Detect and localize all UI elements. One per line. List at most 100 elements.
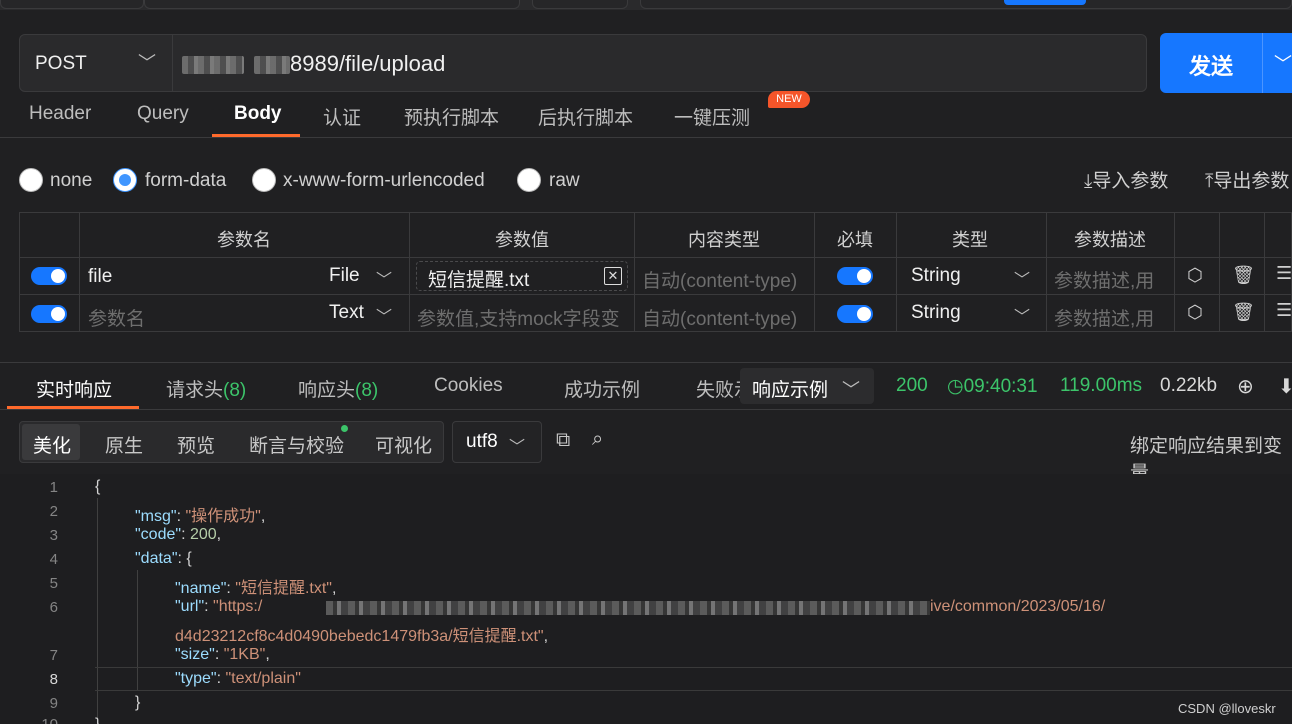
encoding-label[interactable]: utf8 xyxy=(466,431,498,453)
code-line-5: "name": "短信提醒.txt", xyxy=(175,580,337,597)
param-value[interactable]: 短信提醒.txt xyxy=(428,265,529,292)
content-type-input[interactable]: 自动(content-type) xyxy=(642,266,797,293)
method-select[interactable]: POST xyxy=(35,53,87,75)
chevron-down-icon[interactable]: ﹀ xyxy=(1014,303,1030,327)
line-number: 2 xyxy=(49,503,58,520)
col-divider xyxy=(1264,212,1265,332)
table-header-divider xyxy=(19,257,1292,258)
code-string: ive/common/2023/05/16/ xyxy=(930,598,1106,615)
drag-handle-icon[interactable]: ☰ xyxy=(1276,263,1292,284)
chevron-down-icon[interactable]: ﹀ xyxy=(1014,266,1030,290)
tab-post-script[interactable]: 后执行脚本 xyxy=(538,103,633,130)
type-select[interactable]: String xyxy=(911,265,961,287)
tab-auth[interactable]: 认证 xyxy=(323,103,361,130)
url-divider xyxy=(172,35,173,91)
status-code: 200 xyxy=(896,375,928,396)
globe-icon[interactable]: ⊕ xyxy=(1237,374,1254,399)
chevron-down-icon[interactable]: ﹀ xyxy=(842,376,860,402)
cube-icon[interactable]: ⬡ xyxy=(1187,302,1203,323)
watermark: CSDN @lloveskr xyxy=(1178,701,1276,716)
radio-none-label[interactable]: none xyxy=(50,170,92,192)
search-icon[interactable]: ⌕ xyxy=(592,428,603,451)
code-line-4: "data": { xyxy=(135,550,192,567)
chevron-down-icon[interactable]: ﹀ xyxy=(376,266,392,290)
code-line-6-wrap: d4d23212cf8c4d0490bebedc1479fb3a/短信提醒.tx… xyxy=(175,628,549,645)
param-value-input[interactable]: 参数值,支持mock字段变 xyxy=(417,304,620,331)
send-dropdown-chevron-icon[interactable]: ﹀ xyxy=(1274,50,1292,76)
radio-form-data-label[interactable]: form-data xyxy=(145,170,226,192)
trash-icon[interactable]: 🗑 xyxy=(1232,265,1255,286)
tab-realtime-response[interactable]: 实时响应 xyxy=(36,375,112,402)
col-divider xyxy=(1174,212,1175,332)
required-toggle[interactable] xyxy=(837,305,873,323)
view-mode-beautify[interactable]: 美化 xyxy=(33,431,71,458)
clear-file-icon[interactable]: ✕ xyxy=(604,267,622,285)
export-params-button[interactable]: ⤒导出参数 xyxy=(1205,166,1289,193)
radio-raw[interactable] xyxy=(517,168,541,192)
view-mode-raw[interactable]: 原生 xyxy=(105,431,143,458)
type-select[interactable]: String xyxy=(911,302,961,324)
tab-response-headers[interactable]: 响应头(8) xyxy=(298,375,378,402)
copy-icon[interactable]: ⧉ xyxy=(556,429,570,452)
param-kind-select[interactable]: Text xyxy=(329,302,364,324)
desc-input[interactable]: 参数描述,用 xyxy=(1054,304,1154,331)
drag-handle-icon[interactable]: ☰ xyxy=(1276,300,1292,321)
line-number: 3 xyxy=(49,527,58,544)
url-redacted-1 xyxy=(182,56,244,74)
tab-cookies[interactable]: Cookies xyxy=(434,375,503,397)
param-kind-select[interactable]: File xyxy=(329,265,360,287)
top-tab-4[interactable] xyxy=(640,0,1292,9)
col-header-type: 类型 xyxy=(952,230,988,250)
code-line-1: { xyxy=(95,478,101,495)
radio-urlencoded-label[interactable]: x-www-form-urlencoded xyxy=(283,170,485,192)
trash-icon[interactable]: 🗑 xyxy=(1232,302,1255,323)
status-size: 0.22kb xyxy=(1160,375,1218,396)
clock-icon: ◷ xyxy=(947,376,964,397)
line-number: 7 xyxy=(49,647,58,664)
radio-none[interactable] xyxy=(19,168,43,192)
download-icon[interactable]: ⬇ xyxy=(1278,374,1292,399)
radio-raw-label[interactable]: raw xyxy=(549,170,580,192)
tab-query[interactable]: Query xyxy=(137,103,189,125)
code-line-7: "size": "1KB", xyxy=(175,646,270,663)
chevron-down-icon[interactable]: ﹀ xyxy=(509,433,525,457)
view-mode-preview[interactable]: 预览 xyxy=(177,431,215,458)
tab-pre-script[interactable]: 预执行脚本 xyxy=(404,103,499,130)
row-enable-toggle[interactable] xyxy=(31,305,67,323)
row-enable-toggle[interactable] xyxy=(31,267,67,285)
send-button-label[interactable]: 发送 xyxy=(1189,49,1233,81)
tab-request-headers-label: 请求头 xyxy=(166,380,224,401)
tab-body[interactable]: Body xyxy=(234,103,282,125)
param-name-input[interactable]: 参数名 xyxy=(88,304,145,331)
code-number: 200 xyxy=(189,526,217,543)
chevron-down-icon[interactable]: ﹀ xyxy=(376,303,392,327)
top-tab-3[interactable] xyxy=(532,0,628,9)
chevron-down-icon[interactable]: ﹀ xyxy=(138,49,156,75)
required-toggle[interactable] xyxy=(837,267,873,285)
radio-urlencoded[interactable] xyxy=(252,168,276,192)
code-key: "data" xyxy=(135,550,178,567)
code-string: "操作成功" xyxy=(185,508,261,525)
import-params-button[interactable]: ⤓导入参数 xyxy=(1084,166,1168,193)
tab-header[interactable]: Header xyxy=(29,103,91,125)
tab-success-example[interactable]: 成功示例 xyxy=(564,375,640,402)
response-example-label[interactable]: 响应示例 xyxy=(752,375,828,402)
tab-load-test[interactable]: 一键压测 xyxy=(674,103,750,130)
url-input[interactable]: 8989/file/upload xyxy=(290,51,445,77)
content-type-input[interactable]: 自动(content-type) xyxy=(642,304,797,331)
url-bar[interactable]: POST ﹀ 8989/file/upload xyxy=(19,34,1147,92)
col-divider xyxy=(634,212,635,332)
desc-input[interactable]: 参数描述,用 xyxy=(1054,266,1154,293)
view-mode-visualize[interactable]: 可视化 xyxy=(375,431,432,458)
new-badge: NEW xyxy=(768,91,810,108)
top-tab-1[interactable] xyxy=(0,0,144,9)
tab-request-headers[interactable]: 请求头(8) xyxy=(166,375,246,402)
code-line-9: } xyxy=(135,694,141,711)
cube-icon[interactable]: ⬡ xyxy=(1187,265,1203,286)
radio-form-data[interactable] xyxy=(113,168,137,192)
view-mode-assertion[interactable]: 断言与校验 xyxy=(249,431,344,458)
code-line-10: } xyxy=(95,716,100,724)
top-tab-2[interactable] xyxy=(144,0,520,9)
status-time-value: 09:40:31 xyxy=(963,376,1038,397)
param-name[interactable]: file xyxy=(88,266,112,288)
